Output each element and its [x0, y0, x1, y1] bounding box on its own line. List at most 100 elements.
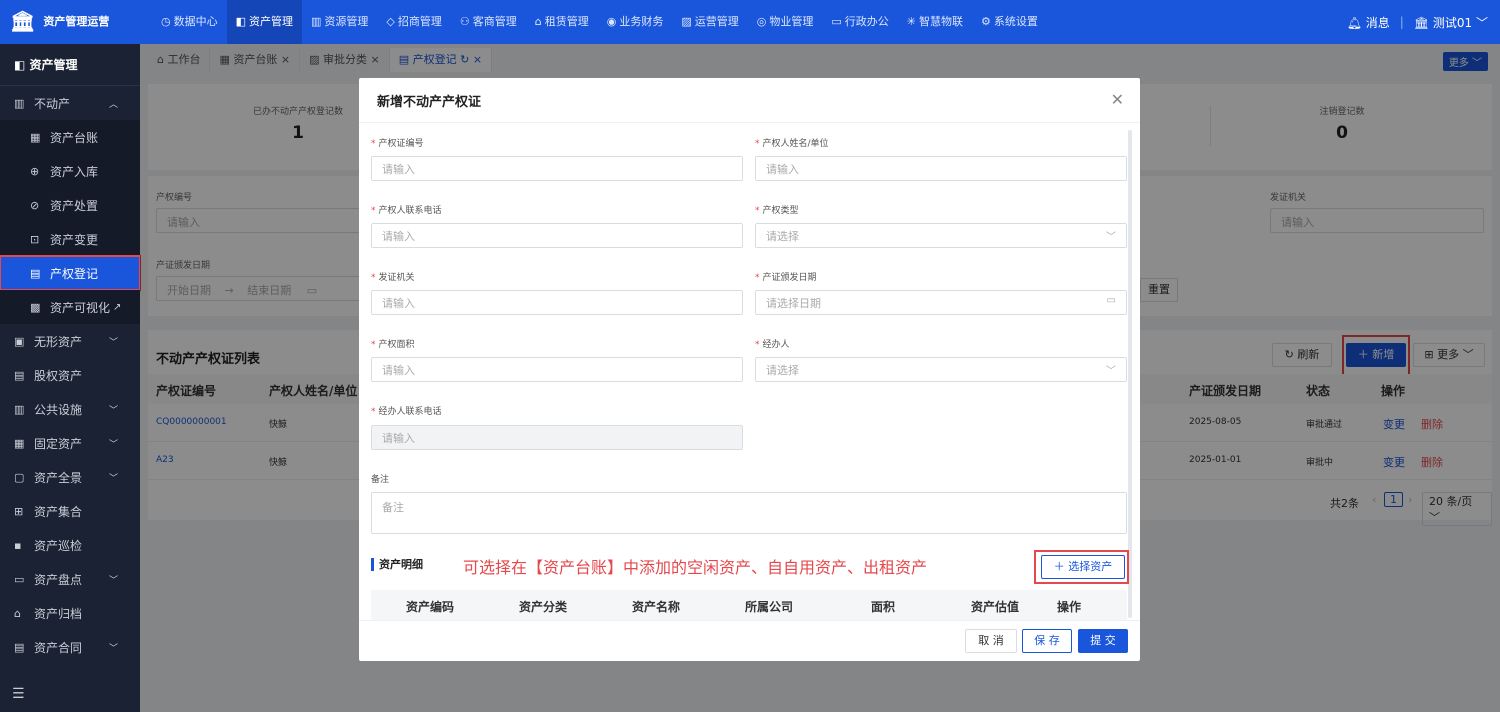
- sidebar-item-inspection[interactable]: ▪ 资产巡检: [0, 528, 140, 562]
- submit-button[interactable]: 提 交: [1078, 629, 1128, 653]
- issuing-authority-input[interactable]: 请输入: [371, 290, 743, 315]
- grid-icon: ⊞: [14, 504, 24, 518]
- dispose-icon: ⊘: [30, 198, 40, 212]
- sidebar-item-equity[interactable]: ▤ 股权资产: [0, 358, 140, 392]
- scrollbar[interactable]: [1128, 130, 1132, 618]
- nav-item-merchant[interactable]: ⚇ 客商管理: [451, 0, 526, 44]
- change-icon: ⊡: [30, 232, 40, 246]
- collapse-menu-icon[interactable]: ☰: [12, 686, 25, 702]
- ledger-icon: ▦: [30, 130, 41, 144]
- sidebar-item-asset-disposal[interactable]: ⊘ 资产处置: [0, 188, 140, 222]
- field-label: * 产权证编号: [371, 139, 424, 149]
- handler-phone-input: 请输入: [371, 425, 743, 450]
- owner-name-input[interactable]: 请输入: [755, 156, 1127, 181]
- column-header: 资产分类: [519, 600, 568, 614]
- nav-item-settings[interactable]: ⚙ 系统设置: [972, 0, 1047, 44]
- nav-item-iot[interactable]: ✳ 智慧物联: [898, 0, 972, 44]
- save-button[interactable]: 保 存: [1022, 629, 1072, 653]
- sidebar-item-property-registration[interactable]: ▤ 产权登记: [0, 255, 141, 291]
- sidebar-item-asset-inbound[interactable]: ⊕ 资产入库: [0, 154, 140, 188]
- remark-textarea[interactable]: 备注: [371, 492, 1127, 534]
- cube-icon: ◧: [235, 15, 247, 28]
- tool-icon: ◎: [756, 15, 767, 28]
- messages-button[interactable]: 🔔︎ 消息: [1347, 14, 1390, 31]
- external-link-icon: ↗: [113, 301, 122, 313]
- sidebar-item-real-estate[interactable]: ▥ 不动产 ︿: [0, 86, 140, 120]
- chevron-up-icon: ︿: [108, 99, 118, 110]
- asset-table-header: 资产编码 资产分类 资产名称 所属公司 面积 资产估值 操作: [371, 590, 1127, 620]
- coin-icon: ◉: [606, 15, 617, 28]
- chevron-down-icon: ﹀: [108, 337, 118, 348]
- app-logo[interactable]: 🏛 资产管理运营: [10, 11, 109, 31]
- stock-icon: ▤: [14, 368, 25, 382]
- column-header: 资产编码: [406, 600, 455, 614]
- sidebar-item-fixed-assets[interactable]: ▦ 固定资产 ﹀: [0, 426, 140, 460]
- sidebar-item-asset-change[interactable]: ⊡ 资产变更: [0, 222, 140, 256]
- column-header: 面积: [871, 600, 896, 614]
- property-type-select[interactable]: 请选择 ﹀: [755, 223, 1127, 248]
- sparkle-icon: ✳: [906, 15, 916, 28]
- sidebar-item-contract[interactable]: ▤ 资产合同 ﹀: [0, 630, 140, 664]
- nav-item-data-center[interactable]: ◷ 数据中心: [152, 0, 227, 44]
- bell-icon: 🔔︎: [1346, 15, 1362, 30]
- remark-label: 备注: [371, 475, 390, 485]
- panorama-icon: ▢: [14, 470, 25, 484]
- cube-icon: ◧: [14, 58, 30, 72]
- field-label: * 产权类型: [755, 206, 799, 216]
- field-label: * 产证颁发日期: [755, 273, 817, 283]
- nav-item-finance[interactable]: ◉ 业务财务: [598, 0, 673, 44]
- handler-select[interactable]: 请选择 ﹀: [755, 357, 1127, 382]
- field-label: * 经办人联系电话: [371, 407, 442, 417]
- sidebar-item-inventory[interactable]: ▭ 资产盘点 ﹀: [0, 562, 140, 596]
- sidebar-item-panorama[interactable]: ▢ 资产全景 ﹀: [0, 460, 140, 494]
- calendar-icon: ▭: [1106, 295, 1116, 306]
- select-asset-button[interactable]: ＋ 选择资产: [1041, 555, 1125, 579]
- users-icon: ⚇: [459, 15, 470, 28]
- nav-item-office[interactable]: ▭ 行政办公: [822, 0, 897, 44]
- nav-item-asset-management[interactable]: ◧ 资产管理: [226, 0, 303, 44]
- sidebar-item-collection[interactable]: ⊞ 资产集合: [0, 494, 140, 528]
- sidebar-item-asset-visualization[interactable]: ▩ 资产可视化 ↗: [0, 290, 140, 324]
- main-nav: ◷ 数据中心 ◧ 资产管理 ▥ 资源管理 ◇ 招商管理 ⚇ 客商管理 ⌂ 租赁管理 ◉ 业务财…: [152, 0, 1047, 44]
- field-label: * 产权人联系电话: [371, 206, 442, 216]
- fixed-icon: ▦: [14, 436, 25, 450]
- inbound-icon: ⊕: [30, 164, 40, 178]
- contract-icon: ▤: [14, 640, 25, 654]
- owner-phone-input[interactable]: 请输入: [371, 223, 743, 248]
- nav-item-property[interactable]: ◎ 物业管理: [748, 0, 823, 44]
- facility-icon: ▥: [14, 402, 25, 416]
- nav-item-leasing[interactable]: ⌂ 租赁管理: [526, 0, 598, 44]
- sidebar: ◧ 资产管理 ▥ 不动产 ︿ ▦ 资产台账 ⊕ 资产入库 ⊘ 资产处置 ⊡ 资产变更 ▤ 产权…: [0, 44, 141, 712]
- user-menu[interactable]: 🏛 测试01 ﹀: [1414, 14, 1488, 31]
- nav-item-operations[interactable]: ▨ 运营管理: [672, 0, 747, 44]
- archive-icon: ⌂: [14, 606, 21, 620]
- nav-item-resource-management[interactable]: ▥ 资源管理: [302, 0, 377, 44]
- cancel-button[interactable]: 取 消: [965, 629, 1017, 653]
- chevron-down-icon: ﹀: [1106, 232, 1116, 243]
- building-icon: ▥: [311, 15, 322, 28]
- bank-icon: 🏛: [1413, 15, 1430, 30]
- nav-item-investment[interactable]: ◇ 招商管理: [377, 0, 450, 44]
- sidebar-item-intangible[interactable]: ▣ 无形资产 ﹀: [0, 324, 140, 358]
- certificate-number-input[interactable]: 请输入: [371, 156, 743, 181]
- field-label: * 经办人: [755, 340, 790, 350]
- monitor-icon: ▭: [831, 15, 842, 28]
- chart-icon: ▩: [30, 300, 41, 314]
- property-area-input[interactable]: 请输入: [371, 357, 743, 382]
- sidebar-item-public-facilities[interactable]: ▥ 公共设施 ﹀: [0, 392, 140, 426]
- inventory-icon: ▭: [14, 572, 25, 586]
- sidebar-item-asset-ledger[interactable]: ▦ 资产台账: [0, 120, 140, 154]
- house-icon: ⌂: [534, 15, 542, 28]
- divider: [359, 122, 1140, 123]
- issue-date-picker[interactable]: 请选择日期 ▭: [755, 290, 1127, 315]
- chevron-down-icon: ﹀: [1106, 366, 1116, 377]
- chevron-down-icon: ﹀: [108, 405, 118, 416]
- sidebar-item-archive[interactable]: ⌂ 资产归档: [0, 596, 140, 630]
- document-icon: ▤: [30, 266, 41, 280]
- chevron-down-icon: ﹀: [108, 439, 118, 450]
- clock-icon: ◷: [161, 15, 171, 28]
- chevron-down-icon: ﹀: [108, 643, 118, 654]
- close-icon[interactable]: ✕: [1111, 90, 1124, 109]
- gear-icon: ⚙: [981, 15, 991, 28]
- dialog-title: 新增不动产产权证: [377, 95, 482, 110]
